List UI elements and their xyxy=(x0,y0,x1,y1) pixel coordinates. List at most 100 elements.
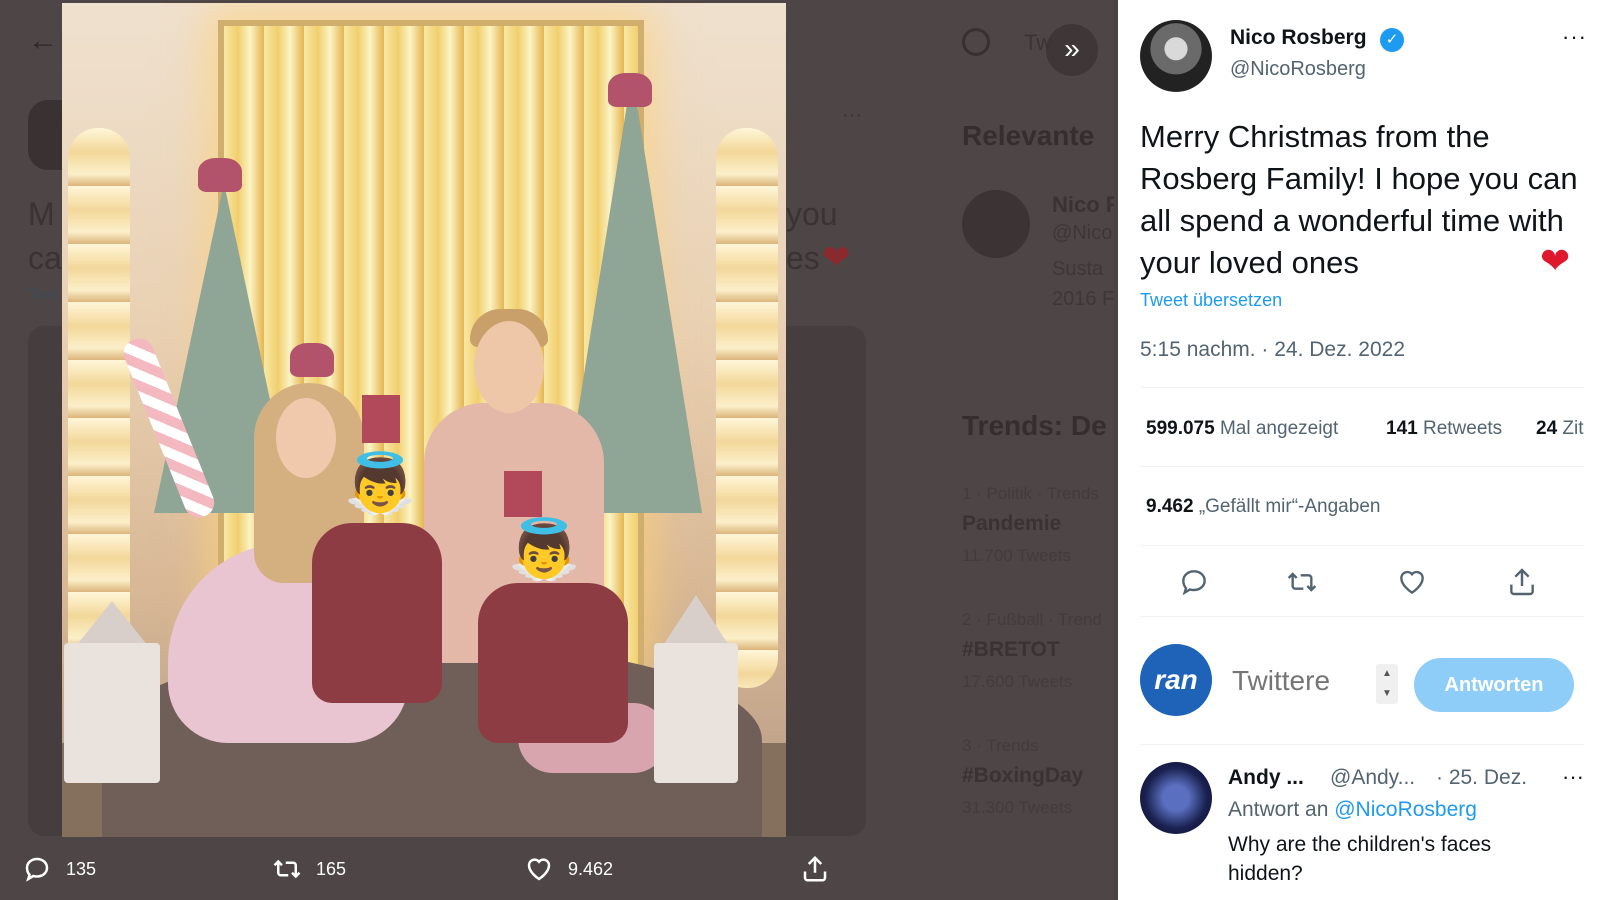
media-like-count: 9.462 xyxy=(568,858,614,879)
author-name[interactable]: Nico Rosberg xyxy=(1230,26,1367,50)
gingerbread-house-roof xyxy=(662,595,730,647)
background-tweet-fragment: M xyxy=(28,196,55,232)
views-count: 599.075 xyxy=(1146,418,1215,439)
background-card xyxy=(28,326,62,836)
share-icon xyxy=(1510,568,1534,596)
reply-author-handle[interactable]: @Andy... xyxy=(1330,766,1415,790)
next-media-button[interactable]: » xyxy=(1046,24,1098,76)
author-avatar[interactable] xyxy=(1140,20,1212,92)
media-action-bar: 135 165 9.462 xyxy=(0,838,1114,900)
retweet-icon xyxy=(1287,572,1317,592)
divider xyxy=(1140,545,1584,546)
background-avatar xyxy=(962,190,1030,258)
back-arrow-icon: ← xyxy=(28,24,58,57)
quotes-label: Zit xyxy=(1562,418,1584,439)
background-card-handle: @Nico xyxy=(1052,222,1113,244)
quotes-stat[interactable]: 24 Zit xyxy=(1536,418,1584,440)
divider xyxy=(1140,387,1584,388)
reply-button[interactable] xyxy=(1178,566,1214,602)
woman-face xyxy=(276,398,336,478)
red-heart-emoji: ❤ xyxy=(1540,240,1571,281)
background-more-icon: ··· xyxy=(842,104,862,126)
background-trend-count: 11.700 Tweets xyxy=(962,546,1072,565)
angel-emoji-face-cover: 👼 xyxy=(344,451,417,516)
chevrons-right-icon: » xyxy=(1064,33,1080,64)
submit-reply-button[interactable]: Antworten xyxy=(1414,658,1574,712)
media-reply-count: 135 xyxy=(66,858,97,879)
share-icon xyxy=(803,855,827,882)
gingerbread-house xyxy=(654,643,738,783)
background-tweet-fragment: you xyxy=(786,196,838,232)
child-hat xyxy=(504,471,542,517)
modal-backdrop[interactable]: ← M ca Twe ··· you es ❤ Tw Relevante Nic… xyxy=(0,0,1114,900)
verified-badge-icon: ✓ xyxy=(1380,28,1404,52)
background-card xyxy=(786,326,866,836)
reply-author-name[interactable]: Andy ... xyxy=(1228,766,1304,790)
user-avatar-ran-logo[interactable]: ran xyxy=(1140,644,1212,716)
background-trend-count: 17.600 Tweets xyxy=(962,672,1073,691)
background-tweet-fragment: es xyxy=(786,240,820,276)
background-trend-meta: 1 · Politik · Trends xyxy=(962,484,1099,503)
background-trends-heading: Trends: De xyxy=(962,410,1107,441)
background-link-fragment: Twe xyxy=(28,286,58,303)
reply-to-label: Antwort an xyxy=(1228,798,1329,821)
translate-tweet-link[interactable]: Tweet übersetzen xyxy=(1140,290,1282,311)
likes-stat[interactable]: 9.462 „Gefällt mir“-Angaben xyxy=(1146,496,1380,518)
background-search-icon xyxy=(962,28,990,56)
reply-icon xyxy=(1182,570,1206,596)
quotes-count: 24 xyxy=(1536,418,1558,439)
views-stat[interactable]: 599.075 Mal angezeigt xyxy=(1146,418,1338,440)
media-retweet-count: 165 xyxy=(316,858,347,879)
likes-count: 9.462 xyxy=(1146,496,1194,517)
tweet-detail-panel: Nico Rosberg ✓ @NicoRosberg ··· Merry Ch… xyxy=(1118,0,1600,900)
media-reply-button[interactable]: 135 xyxy=(22,838,96,900)
background-card-name: Nico R xyxy=(1052,192,1114,217)
author-handle[interactable]: @NicoRosberg xyxy=(1230,58,1366,81)
background-card-text: 2016 F xyxy=(1052,288,1114,310)
like-button[interactable] xyxy=(1396,566,1432,602)
reply-to-handle-link[interactable]: @NicoRosberg xyxy=(1334,798,1477,821)
background-tweet-fragment: ca xyxy=(28,240,62,276)
retweet-icon xyxy=(273,859,301,879)
angel-emoji-face-cover: 👼 xyxy=(508,517,581,582)
retweet-button[interactable] xyxy=(1286,566,1322,602)
heart-icon xyxy=(1400,570,1424,595)
gingerbread-house xyxy=(64,643,160,783)
reply-to-line: Antwort an @NicoRosberg xyxy=(1228,798,1477,822)
ribbon-bow xyxy=(290,343,334,377)
input-resize-spinner[interactable]: ▲ ▼ xyxy=(1376,664,1398,704)
more-options-icon[interactable]: ··· xyxy=(1562,24,1587,50)
divider xyxy=(1140,466,1584,467)
retweets-count: 141 xyxy=(1386,418,1418,439)
likes-label: „Gefällt mir“-Angaben xyxy=(1198,496,1381,517)
reply-text: Why are the children's faces hidden? xyxy=(1228,833,1492,885)
man-face xyxy=(474,321,544,413)
ribbon-bow xyxy=(608,73,652,107)
media-retweet-button[interactable]: 165 xyxy=(272,838,346,900)
heart-icon xyxy=(527,858,551,881)
ribbon-bow xyxy=(198,158,242,192)
tweet-text: Merry Christmas from the Rosberg Family!… xyxy=(1140,119,1578,280)
views-label: Mal angezeigt xyxy=(1219,418,1339,439)
tweet-timestamp[interactable]: 5:15 nachm. · 24. Dez. 2022 xyxy=(1140,338,1405,362)
share-button[interactable] xyxy=(1506,566,1542,602)
divider xyxy=(1140,616,1584,617)
background-trend-name: #BoxingDay xyxy=(962,764,1084,787)
media-share-button[interactable] xyxy=(800,838,844,900)
tweet-photo[interactable]: 👼 👼 xyxy=(62,3,786,837)
background-trend-count: 31.300 Tweets xyxy=(962,798,1073,817)
background-heart-icon: ❤ xyxy=(822,239,851,277)
reply-author-avatar[interactable] xyxy=(1140,762,1212,834)
child-outfit xyxy=(312,523,442,703)
reply-more-options-icon[interactable]: ··· xyxy=(1562,764,1584,790)
child-outfit xyxy=(478,583,628,743)
background-card-text: Susta xyxy=(1052,258,1104,280)
retweets-stat[interactable]: 141 Retweets xyxy=(1386,418,1502,440)
media-like-button[interactable]: 9.462 xyxy=(524,838,613,900)
background-trend-meta: 2 · Fußball · Trend xyxy=(962,610,1102,629)
reply-input[interactable] xyxy=(1230,664,1384,698)
reply-icon xyxy=(25,857,49,882)
reply-date[interactable]: · 25. Dez. xyxy=(1436,766,1527,790)
background-trend-meta: 3 · Trends xyxy=(962,736,1039,755)
background-section-heading: Relevante xyxy=(962,120,1095,151)
